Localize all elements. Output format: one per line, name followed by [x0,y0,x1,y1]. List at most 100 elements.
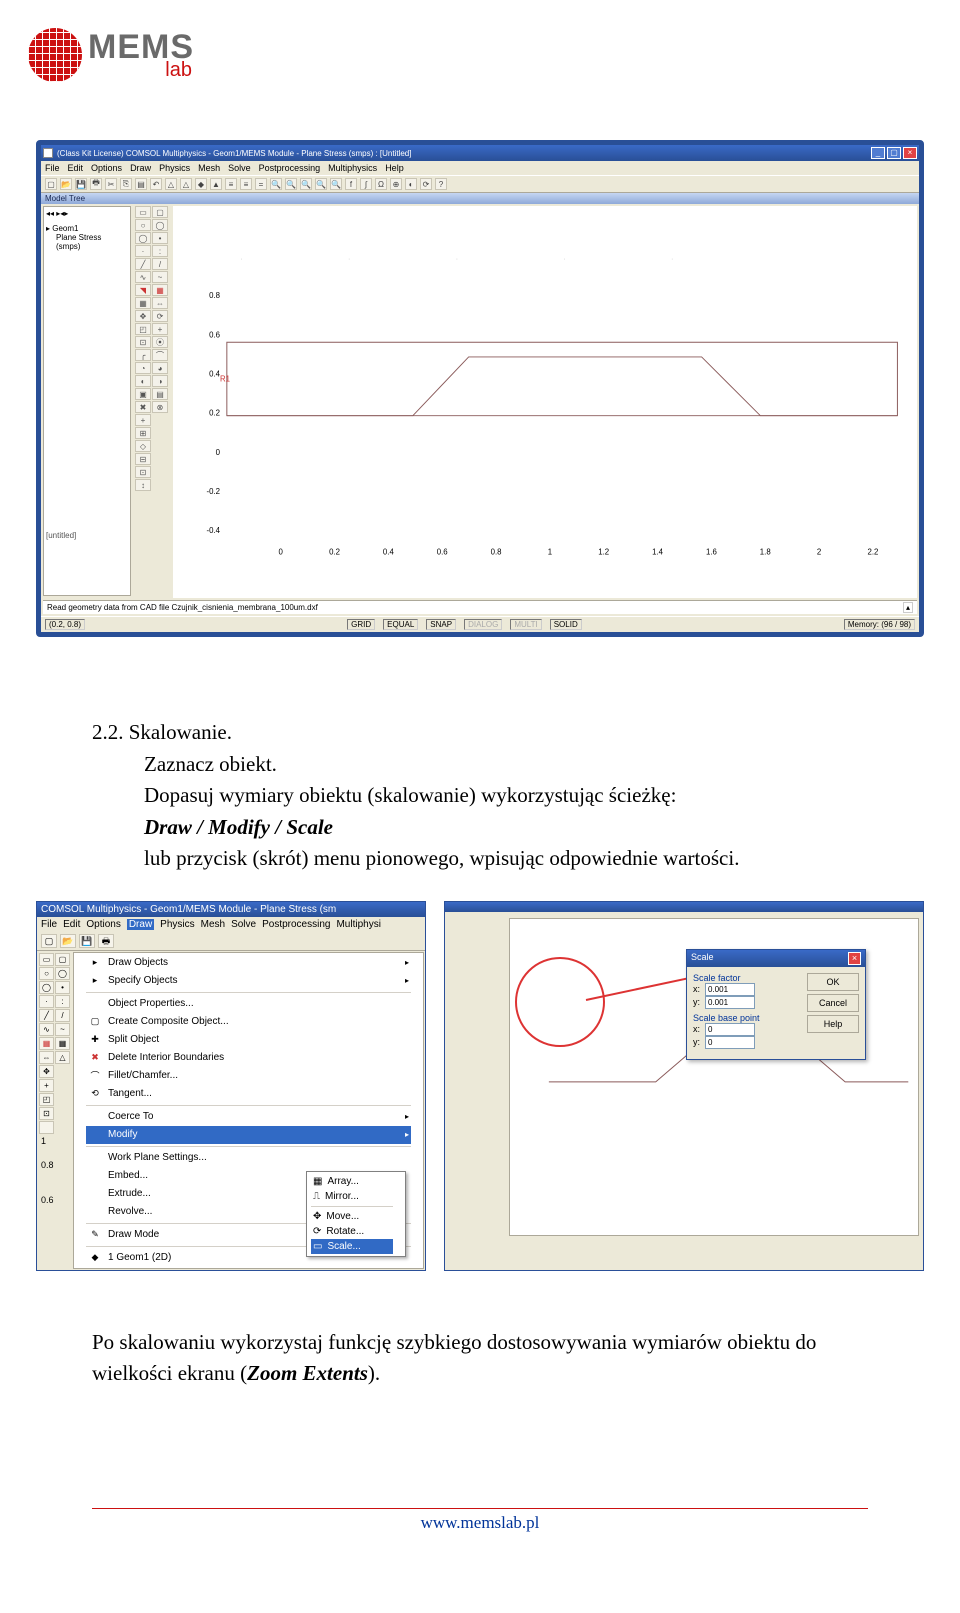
toolbar-icon[interactable]: ⊡ [135,466,151,478]
toolbar-icon[interactable]: = [255,178,267,190]
fillet-icon[interactable]: ╭ [135,349,151,361]
menu-coerce-to[interactable]: Coerce To▸ [86,1108,411,1126]
y-factor-input[interactable]: 0.001 [705,996,755,1009]
curve-icon[interactable]: ~ [55,1023,70,1036]
zoom-icon[interactable]: 🔍 [300,178,312,190]
status-flag[interactable]: SNAP [426,619,456,630]
menu-item[interactable]: Edit [63,919,80,930]
toolbar-icon[interactable]: ∫ [360,178,372,190]
toolbar-icon[interactable]: ▤ [152,388,168,400]
toolbar-icon[interactable]: ⦿ [152,336,168,348]
ok-button[interactable]: OK [807,973,859,991]
toolbar-icon[interactable]: ▢ [45,178,57,190]
copy-icon[interactable]: ⎘ [120,178,132,190]
menu-item[interactable]: Solve [228,163,251,173]
curve-icon[interactable]: ∿ [39,1023,54,1036]
menu-draw-objects[interactable]: ▸Draw Objects▸ [86,954,411,972]
curve-icon[interactable]: ∿ [135,271,151,283]
menu-item[interactable]: Edit [68,163,84,173]
print-icon[interactable]: 🖶 [90,178,102,190]
line-icon[interactable]: ╱ [39,1009,54,1022]
menu-tangent[interactable]: ⟲Tangent... [86,1085,411,1103]
toolbar-icon[interactable]: △ [165,178,177,190]
rotate-icon[interactable]: ⟳ [152,310,168,322]
x-factor-input[interactable]: 0.001 [705,983,755,996]
tree-child[interactable]: Plane Stress (smps) [46,233,128,251]
toolbar-icon[interactable]: ▲ [210,178,222,190]
close-icon[interactable]: × [848,952,861,965]
open-icon[interactable]: 📂 [60,178,72,190]
toolbar-icon[interactable]: + [39,1079,54,1092]
menu-item[interactable]: Postprocessing [259,163,321,173]
menu-item[interactable]: Draw [130,163,151,173]
sub-rotate[interactable]: ⟳Rotate... [311,1224,393,1239]
toolbar-icon[interactable]: △ [55,1051,70,1064]
menu-work-plane[interactable]: Work Plane Settings... [86,1149,411,1167]
status-flag[interactable]: DIALOG [464,619,502,630]
save-icon[interactable]: 💾 [75,178,87,190]
toolbar[interactable]: ▢ 📂 💾 🖶 ✂ ⎘ ▤ ↶ △ △ ◆ ▲ ≡ ≡ = 🔍 🔍 🔍 🔍 🔍 … [41,175,919,193]
draw-dropdown[interactable]: ▸Draw Objects▸ ▸Specify Objects▸ Object … [73,952,424,1269]
menu-specify-objects[interactable]: ▸Specify Objects▸ [86,972,411,990]
status-flag[interactable]: EQUAL [383,619,418,630]
help-icon[interactable]: ? [435,178,447,190]
ellipse-icon[interactable]: ◯ [39,981,54,994]
toolbar-icon[interactable]: ◆ [195,178,207,190]
ellipse-icon[interactable]: ◯ [55,967,70,980]
print-icon[interactable]: 🖶 [98,934,114,948]
menu-item[interactable]: File [41,919,57,930]
toolbar-icon[interactable]: Ω [375,178,387,190]
toolbar-icon[interactable]: ⊗ [152,401,168,413]
tree-root[interactable]: ▸ Geom1 [46,224,128,233]
close-button[interactable]: × [903,147,917,159]
toolbar[interactable]: ▢ 📂 💾 🖶 [37,932,425,951]
maximize-button[interactable]: ▢ [887,147,901,159]
mirror-icon[interactable]: ⇔ [39,1051,54,1064]
point-icon[interactable]: · [39,995,54,1008]
menu-item[interactable]: Options [86,919,120,930]
line-icon[interactable]: / [55,1009,70,1022]
zoom-icon[interactable]: 🔍 [285,178,297,190]
toolbar-icon[interactable]: ◐ [135,375,151,387]
ellipse-icon[interactable]: ◯ [152,219,168,231]
help-button[interactable]: Help [807,1015,859,1033]
menu-item[interactable]: Postprocessing [262,919,330,930]
cancel-button[interactable]: Cancel [807,994,859,1012]
ellipse-icon[interactable]: ○ [39,967,54,980]
toolbar-icon[interactable]: ↕ [135,479,151,491]
menu-modify[interactable]: Modify▸ [86,1126,411,1144]
menu-item[interactable]: Multiphysi [336,919,380,930]
scale-dialog[interactable]: Scale × Scale factor x:0.001 y:0.001 Sca… [686,949,866,1060]
paste-icon[interactable]: ▤ [135,178,147,190]
toolbar-icon[interactable]: ⊕ [390,178,402,190]
move-icon[interactable]: ✥ [39,1065,54,1078]
toolbar-icon[interactable]: : [152,245,168,257]
toolbar-icon[interactable]: ⊟ [135,453,151,465]
menu-item-active[interactable]: Draw [127,919,154,930]
toolbar-icon[interactable]: △ [180,178,192,190]
rect-icon[interactable]: ▭ [39,953,54,966]
scale-icon[interactable]: ◰ [135,323,151,335]
status-flag[interactable]: SOLID [550,619,582,630]
toolbar-icon[interactable]: ◕ [152,362,168,374]
cut-icon[interactable]: ✂ [105,178,117,190]
y-base-input[interactable]: 0 [705,1036,755,1049]
sub-mirror[interactable]: ⎍Mirror... [311,1189,393,1204]
line-icon[interactable]: ╱ [135,258,151,270]
zoom-icon[interactable]: 🔍 [315,178,327,190]
draw-toolbar[interactable]: ▭▢ ○◯ ◯• ·: ╱/ ∿~ ◥▦ ▦⇔ ✥⟳ ◰+ ⊡⦿ ╭⌒ ◔◕ ◐… [133,204,171,600]
menu-object-properties[interactable]: Object Properties... [86,995,411,1013]
status-flag[interactable]: GRID [347,619,375,630]
menubar[interactable]: File Edit Options Draw Physics Mesh Solv… [41,161,919,175]
menu-item[interactable]: Solve [231,919,256,930]
save-icon[interactable]: 💾 [79,934,95,948]
menu-item[interactable]: File [45,163,60,173]
array-icon[interactable]: ▦ [135,297,151,309]
canvas[interactable]: Scale × Scale factor x:0.001 y:0.001 Sca… [509,918,919,1236]
menu-item[interactable]: Multiphysics [328,163,377,173]
menu-delete-boundaries[interactable]: ✖Delete Interior Boundaries [86,1049,411,1067]
toolbar-icon[interactable]: ▦ [152,284,168,296]
toolbar-icon[interactable]: • [152,232,168,244]
tangent-icon[interactable]: ⌒ [152,349,168,361]
menu-split-object[interactable]: ✚Split Object [86,1031,411,1049]
